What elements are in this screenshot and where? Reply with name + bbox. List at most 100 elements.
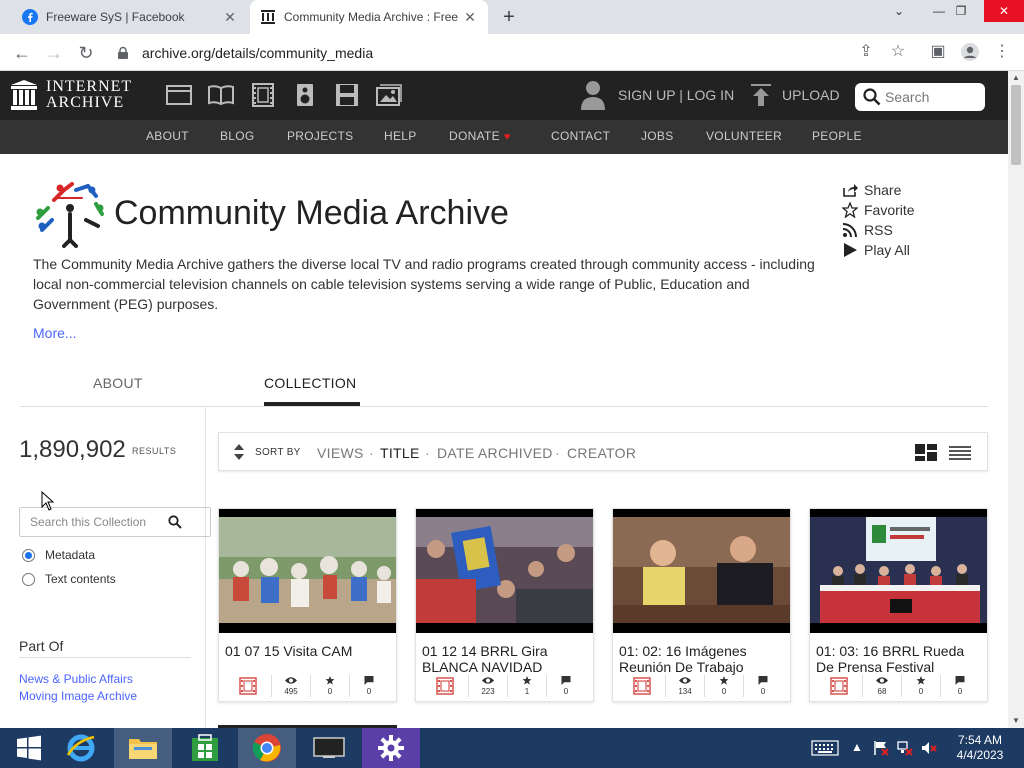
collection-search-input[interactable]: Search this Collection <box>19 507 211 537</box>
radio-metadata[interactable]: Metadata <box>22 548 95 562</box>
item-thumbnail[interactable] <box>416 509 593 633</box>
radio-button[interactable] <box>22 572 35 586</box>
tab-search-icon[interactable]: ⌄ <box>884 0 914 22</box>
system-clock[interactable]: 7:54 AM 4/4/2023 <box>950 733 1010 763</box>
show-hidden-icons-icon[interactable]: ▲ <box>850 740 864 756</box>
store-task[interactable] <box>176 728 234 768</box>
item-tile[interactable]: 01 07 15 Visita CAM 495 0 0 <box>218 508 397 702</box>
volume-muted-icon[interactable] <box>920 740 938 756</box>
bookmark-star-icon[interactable]: ☆ <box>888 42 908 62</box>
sign-up-login[interactable]: SIGN UP | LOG IN <box>580 79 734 111</box>
sort-date-archived[interactable]: DATE ARCHIVED <box>437 445 553 461</box>
software-icon[interactable] <box>334 83 360 107</box>
share-page-icon[interactable]: ⇪ <box>856 42 876 62</box>
sort-arrows-icon[interactable] <box>233 443 245 461</box>
ia-logo[interactable]: INTERNET ARCHIVE <box>10 79 132 111</box>
tile-view-icon[interactable] <box>915 444 937 461</box>
part-of-link-moving-image[interactable]: Moving Image Archive <box>19 689 137 703</box>
settings-task[interactable] <box>362 728 420 768</box>
item-tile[interactable]: 01 12 14 BRRL Gira BLANCA NAVIDAD 223 1 … <box>415 508 594 702</box>
chrome-menu-icon[interactable]: ⋮ <box>992 42 1012 62</box>
network-icon[interactable] <box>896 740 914 756</box>
radio-button-selected[interactable] <box>22 548 35 562</box>
back-icon[interactable]: ← <box>10 41 34 65</box>
item-thumbnail[interactable] <box>219 509 396 633</box>
comment-icon <box>364 676 374 685</box>
item-thumbnail[interactable] <box>810 509 987 633</box>
audio-icon[interactable] <box>292 83 318 107</box>
web-icon[interactable] <box>166 83 192 107</box>
item-title[interactable]: 01 12 14 BRRL Gira BLANCA NAVIDAD <box>416 633 593 675</box>
more-link[interactable]: More... <box>33 325 77 341</box>
upload-button[interactable]: UPLOAD <box>750 83 840 107</box>
rss-button[interactable]: RSS <box>842 220 915 240</box>
action-center-flag-icon[interactable] <box>872 740 890 756</box>
favorite-button[interactable]: Favorite <box>842 200 915 220</box>
item-thumbnail[interactable] <box>613 509 790 633</box>
images-icon[interactable] <box>376 83 402 107</box>
list-view-icon[interactable] <box>949 445 971 462</box>
play-all-button[interactable]: Play All <box>842 240 915 260</box>
page-scrollbar[interactable]: ▲ ▼ <box>1008 71 1024 728</box>
close-tab-icon[interactable]: ✕ <box>222 9 238 25</box>
sort-title[interactable]: TITLE <box>380 445 420 461</box>
browser-toolbar: ← → ↻ archive.org/details/community_medi… <box>0 34 1024 71</box>
store-icon <box>192 734 218 761</box>
subnav-about[interactable]: ABOUT <box>146 129 189 143</box>
keyboard-icon[interactable] <box>810 740 840 756</box>
mouse-cursor-icon <box>41 491 55 511</box>
subnav-jobs[interactable]: JOBS <box>641 129 674 143</box>
part-of-link-news[interactable]: News & Public Affairs <box>19 672 133 686</box>
video-icon[interactable] <box>250 83 276 107</box>
film-icon <box>239 677 257 695</box>
address-bar[interactable]: archive.org/details/community_media <box>108 38 888 67</box>
subnav-volunteer[interactable]: VOLUNTEER <box>706 129 782 143</box>
side-panel-icon[interactable]: ▣ <box>928 42 948 62</box>
sign-up-login-link[interactable]: SIGN UP | LOG IN <box>618 87 734 103</box>
ia-search-input[interactable]: Search <box>855 83 985 111</box>
tab-about[interactable]: ABOUT <box>93 375 143 391</box>
clock-date: 4/4/2023 <box>956 748 1004 762</box>
collection-title: Community Media Archive <box>114 194 509 232</box>
restore-icon[interactable]: ❐ <box>946 0 976 22</box>
texts-icon[interactable] <box>208 83 234 107</box>
windows-logo-icon <box>17 735 41 761</box>
item-title[interactable]: 01 07 15 Visita CAM <box>219 633 396 671</box>
sort-creator[interactable]: CREATOR <box>567 445 636 461</box>
results-count: 1,890,902 <box>19 436 126 463</box>
sort-views[interactable]: VIEWS <box>317 445 364 461</box>
search-icon[interactable] <box>168 515 182 529</box>
subnav-people[interactable]: PEOPLE <box>812 129 862 143</box>
share-button[interactable]: Share <box>842 180 915 200</box>
favorites-stat: 0 <box>311 676 349 696</box>
star-icon <box>522 676 532 685</box>
subnav-blog[interactable]: BLOG <box>220 129 255 143</box>
new-tab-button[interactable]: + <box>498 7 520 29</box>
forward-icon[interactable]: → <box>42 41 66 65</box>
item-title[interactable]: 01: 02: 16 Imágenes Reunión De Trabajo <box>613 633 790 675</box>
chrome-task[interactable] <box>238 728 296 768</box>
browser-tab-archive[interactable]: Community Media Archive : Free ✕ <box>250 0 488 34</box>
radio-text-contents[interactable]: Text contents <box>22 572 116 586</box>
subnav-projects[interactable]: PROJECTS <box>287 129 353 143</box>
rss-icon <box>842 223 857 238</box>
profile-avatar-icon[interactable] <box>960 42 980 62</box>
item-title[interactable]: 01: 03: 16 BRRL Rueda De Prensa Festival <box>810 633 987 675</box>
item-tile[interactable]: 01: 03: 16 BRRL Rueda De Prensa Festival… <box>809 508 988 702</box>
scroll-down-icon[interactable]: ▼ <box>1008 714 1024 728</box>
close-window-icon[interactable]: ✕ <box>984 0 1024 22</box>
start-button[interactable] <box>0 728 58 768</box>
reload-icon[interactable]: ↻ <box>74 41 98 65</box>
scroll-up-icon[interactable]: ▲ <box>1008 71 1024 85</box>
subnav-help[interactable]: HELP <box>384 129 417 143</box>
close-tab-icon[interactable]: ✕ <box>462 9 478 25</box>
desktop-task[interactable] <box>300 728 358 768</box>
tab-collection[interactable]: COLLECTION <box>264 375 356 391</box>
internet-explorer-task[interactable] <box>52 728 110 768</box>
file-explorer-task[interactable] <box>114 728 172 768</box>
subnav-donate[interactable]: DONATE ♥ <box>449 129 511 143</box>
scroll-thumb[interactable] <box>1011 85 1021 165</box>
subnav-contact[interactable]: CONTACT <box>551 129 610 143</box>
browser-tab-facebook[interactable]: Freeware SyS | Facebook ✕ <box>8 0 248 34</box>
item-tile[interactable]: 01: 02: 16 Imágenes Reunión De Trabajo 1… <box>612 508 791 702</box>
